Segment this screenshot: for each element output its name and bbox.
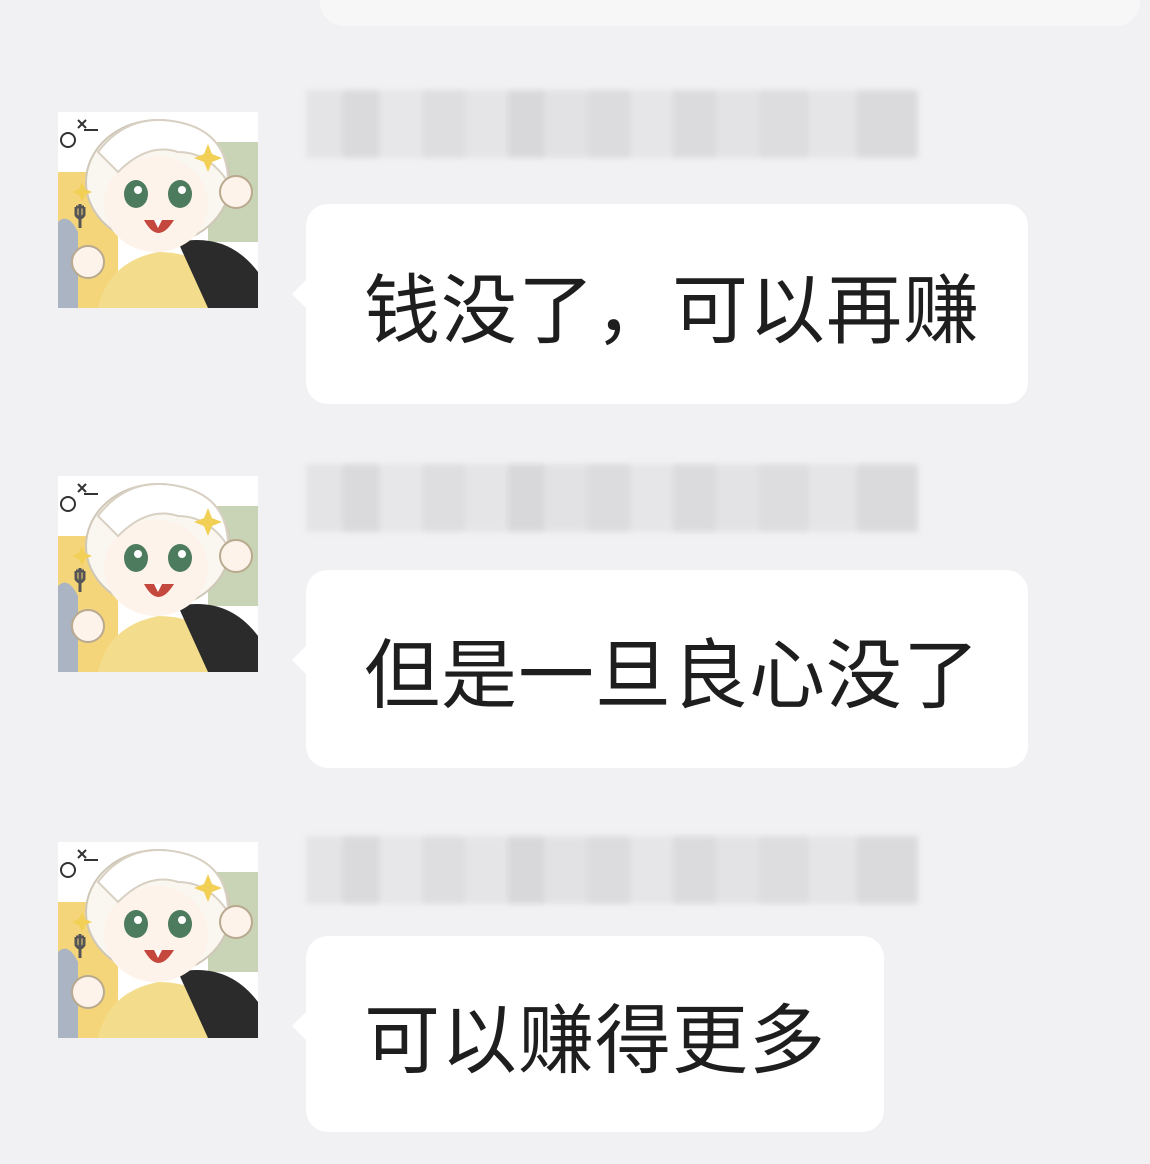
nickname-blurred xyxy=(306,90,918,158)
anime-girl-avatar-icon[interactable] xyxy=(58,476,258,672)
message-bubble[interactable]: 可以赚得更多 xyxy=(292,936,884,1132)
previous-message-edge xyxy=(320,0,1140,26)
message-text: 但是一旦良心没了 xyxy=(364,631,980,720)
nickname-blurred xyxy=(306,464,918,532)
nickname-blurred xyxy=(306,836,918,904)
message-bubble[interactable]: 钱没了，可以再赚 xyxy=(292,204,1028,404)
anime-girl-avatar-icon[interactable] xyxy=(58,112,258,308)
message-text: 钱没了，可以再赚 xyxy=(364,266,980,355)
message-text: 可以赚得更多 xyxy=(364,996,826,1085)
message-bubble[interactable]: 但是一旦良心没了 xyxy=(292,570,1028,768)
chat-area: 钱没了，可以再赚 但是一旦良心没了 可以赚得更多 xyxy=(0,0,1150,1164)
anime-girl-avatar-icon[interactable] xyxy=(58,842,258,1038)
